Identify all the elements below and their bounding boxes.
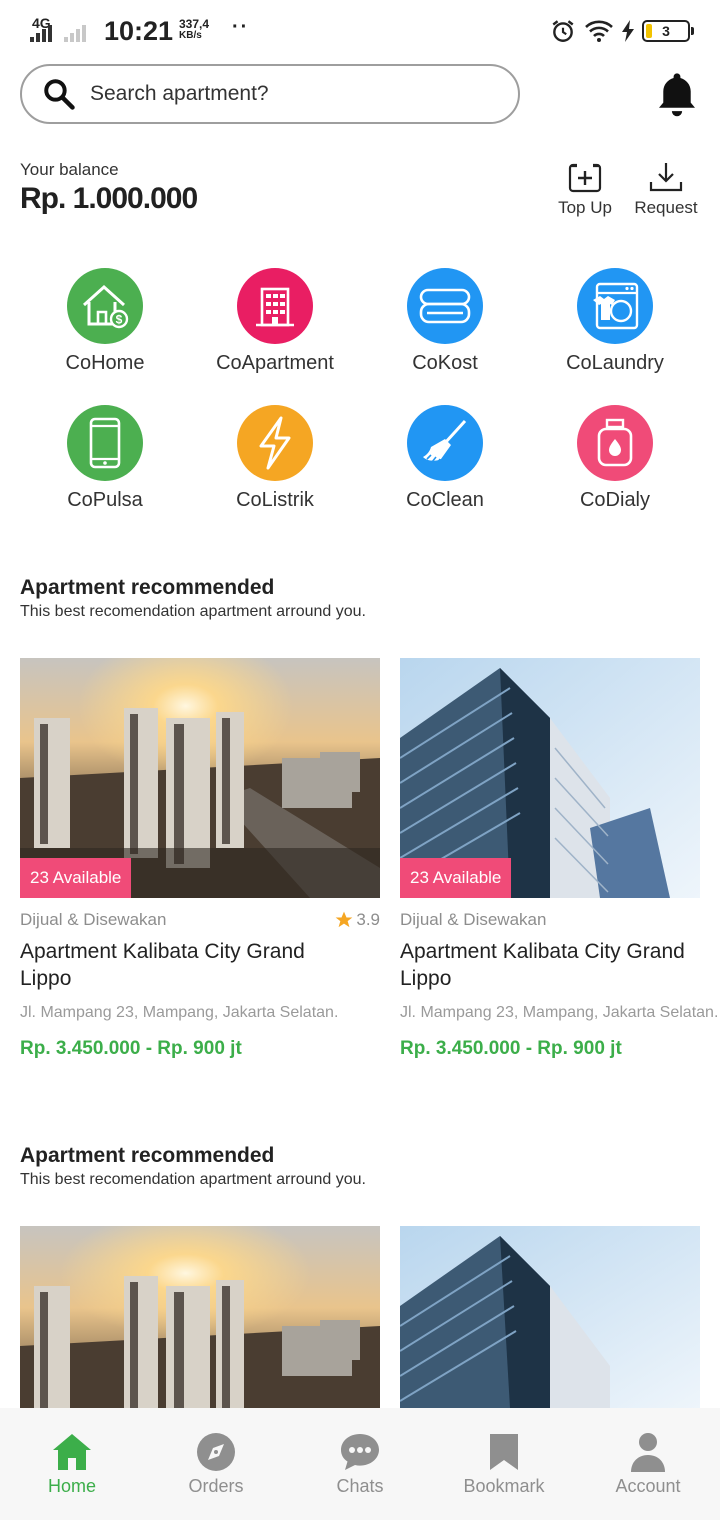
bookmark-icon xyxy=(490,1434,518,1470)
battery-level: 3 xyxy=(662,23,670,39)
apartment-card[interactable] xyxy=(400,1226,700,1408)
service-coapartment[interactable]: CoApartment xyxy=(190,268,360,375)
plus-box-icon xyxy=(568,163,602,193)
person-icon xyxy=(631,1433,665,1472)
service-codialy[interactable]: CoDialy xyxy=(530,405,700,512)
card-title: Apartment Kalibata City Grand Lippo xyxy=(400,938,720,992)
service-cohome[interactable]: $ CoHome xyxy=(20,268,190,375)
card-category: Dijual & Disewakan xyxy=(20,910,167,929)
availability-badge: 23 Available xyxy=(400,858,512,898)
signal-2-icon xyxy=(64,22,86,42)
service-coclean[interactable]: CoClean xyxy=(360,405,530,512)
service-label: CoClean xyxy=(406,489,484,511)
card-price: Rp. 3.450.000 - Rp. 900 jt xyxy=(400,1038,622,1059)
apartment-image-sunset xyxy=(20,1226,380,1408)
top-up-button[interactable]: Top Up xyxy=(552,160,618,218)
service-label: CoApartment xyxy=(216,352,334,374)
service-copulsa[interactable]: CoPulsa xyxy=(20,405,190,512)
phone-icon xyxy=(67,405,143,481)
card-title-line: Lippo xyxy=(400,967,452,990)
nav-home[interactable]: Home xyxy=(0,1408,144,1520)
nav-label: Bookmark xyxy=(463,1476,545,1496)
apartment-image-tower xyxy=(400,1226,700,1408)
status-bar: 4G 10:21 337,4 KB/s ·· 3 xyxy=(0,0,720,62)
alarm-icon xyxy=(552,20,574,42)
request-label: Request xyxy=(634,198,698,217)
network-speed: 337,4 KB/s xyxy=(179,18,209,42)
service-colistrik[interactable]: CoListrik xyxy=(190,405,360,512)
bottom-navigation: Home Orders Chats Bookmark Account xyxy=(0,1408,720,1520)
section-title: Apartment recommended xyxy=(20,576,275,599)
section-subtitle: This best recomendation apartment arroun… xyxy=(20,603,366,620)
nav-label: Account xyxy=(615,1476,681,1496)
compass-icon xyxy=(197,1433,235,1471)
status-time: 10:21 xyxy=(104,16,174,46)
card-title-line: Lippo xyxy=(20,967,72,990)
service-label: CoPulsa xyxy=(67,489,143,511)
nav-label: Home xyxy=(47,1476,96,1496)
service-label: CoDialy xyxy=(579,489,651,511)
lightning-icon xyxy=(237,405,313,481)
balance-label: Your balance xyxy=(20,160,119,179)
apartment-image-tower: 23 Available xyxy=(400,658,700,898)
apartment-card[interactable]: 23 Available Dijual & Disewakan Apartmen… xyxy=(400,658,720,1060)
nav-label: Orders xyxy=(188,1476,244,1496)
charging-icon xyxy=(622,20,634,42)
nav-label: Chats xyxy=(336,1476,384,1496)
search-bar[interactable] xyxy=(20,64,520,124)
section-subtitle: This best recomendation apartment arroun… xyxy=(20,1171,366,1188)
balance-value: Rp. 1.000.000 xyxy=(20,182,198,215)
card-category: Dijual & Disewakan xyxy=(400,910,547,929)
star-icon xyxy=(336,911,353,928)
rating-value: 3.9 xyxy=(356,910,380,929)
home-dollar-icon: $ xyxy=(67,268,143,344)
svg-text:$: $ xyxy=(116,313,123,327)
chat-bubble-icon xyxy=(341,1434,379,1470)
card-title-line: Apartment Kalibata City Grand xyxy=(400,940,685,963)
nav-bookmark[interactable]: Bookmark xyxy=(432,1408,576,1520)
card-address: Jl. Mampang 23, Mampang, Jakarta Selatan… xyxy=(20,1004,339,1021)
notification-dots-icon: ·· xyxy=(232,16,250,38)
apartment-card[interactable] xyxy=(20,1226,380,1408)
download-icon xyxy=(649,163,683,192)
search-input[interactable] xyxy=(90,82,470,106)
service-colaundry[interactable]: CoLaundry xyxy=(530,268,700,375)
building-icon xyxy=(237,268,313,344)
nav-account[interactable]: Account xyxy=(576,1408,720,1520)
card-price: Rp. 3.450.000 - Rp. 900 jt xyxy=(20,1038,242,1059)
card-title-line: Apartment Kalibata City Grand xyxy=(20,940,305,963)
towel-icon xyxy=(407,268,483,344)
speed-value: 337,4 xyxy=(179,17,210,31)
service-cokost[interactable]: CoKost xyxy=(360,268,530,375)
broom-icon xyxy=(407,405,483,481)
service-label: CoListrik xyxy=(236,489,314,511)
service-label: CoHome xyxy=(65,352,145,374)
availability-badge: 23 Available xyxy=(20,858,132,898)
rating: 3.9 xyxy=(334,910,380,930)
washing-machine-icon xyxy=(577,268,653,344)
home-icon xyxy=(53,1434,91,1470)
nav-chats[interactable]: Chats xyxy=(288,1408,432,1520)
card-address: Jl. Mampang 23, Mampang, Jakarta Selatan… xyxy=(400,1004,719,1021)
apartment-image-sunset: 23 Available xyxy=(20,658,380,898)
wifi-icon xyxy=(585,20,613,42)
nav-orders[interactable]: Orders xyxy=(144,1408,288,1520)
gas-cylinder-icon xyxy=(577,405,653,481)
signal-icon xyxy=(30,22,52,42)
search-icon xyxy=(44,79,75,110)
battery-indicator: 3 xyxy=(642,20,694,42)
card-title: Apartment Kalibata City Grand Lippo xyxy=(20,938,380,992)
services-grid: $ CoHome CoApartment CoKost CoLaundry Co… xyxy=(20,268,700,512)
service-label: CoLaundry xyxy=(566,352,664,374)
bell-icon[interactable] xyxy=(656,70,698,118)
section-title: Apartment recommended xyxy=(20,1144,275,1167)
request-button[interactable]: Request xyxy=(630,160,702,218)
speed-unit: KB/s xyxy=(179,30,202,41)
top-up-label: Top Up xyxy=(558,198,612,217)
service-label: CoKost xyxy=(412,352,478,374)
apartment-card[interactable]: 23 Available Dijual & Disewakan 3.9 Apar… xyxy=(20,658,380,1060)
